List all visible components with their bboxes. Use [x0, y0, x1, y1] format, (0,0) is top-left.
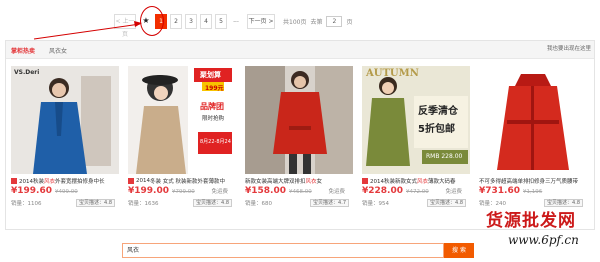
advertise-here-link[interactable]: 我也要出现在这里 [547, 45, 593, 53]
tmall-icon [11, 178, 17, 184]
price-row: ¥731.60 ¥1,196 [479, 186, 591, 196]
product-price: ¥158.00 [245, 186, 286, 196]
sales-count: 销量：680 [245, 201, 272, 207]
price-row: ¥199.00 ¥799.00 免运费 [128, 186, 240, 196]
shipping-label: 免运费 [328, 189, 345, 195]
sales-row: 销量：1106 宝贝描述：4.8 [11, 199, 123, 207]
sales-count: 销量：1106 [11, 201, 42, 207]
product-image[interactable] [245, 66, 353, 174]
price-row: ¥199.60 ¥499.00 [11, 186, 123, 196]
product-title[interactable]: 2014 冬装 女式 秋装新款外套薄款中 [128, 177, 240, 185]
product-title-text: 新款女装高端大牌双排扣 [245, 179, 306, 185]
tab-hot-sale[interactable]: 掌柜热卖 [11, 46, 35, 55]
rating-badge[interactable]: 宝贝描述：4.8 [193, 199, 232, 207]
product-title-keyword: 风衣 [417, 179, 429, 185]
shipping-label: 免运费 [445, 189, 462, 195]
product-price: ¥731.60 [479, 186, 520, 196]
product-title-text: 冬装 女式 秋装新款外套薄款中 [150, 179, 225, 185]
watermark-logo: 货源批发网 [486, 211, 576, 231]
product-image[interactable] [479, 66, 587, 174]
season-tag: AUTUMN [366, 68, 419, 79]
rating-badge[interactable]: 宝贝描述：4.8 [427, 199, 466, 207]
discount-tag: 5折包邮 [418, 124, 455, 135]
original-price: ¥799.00 [172, 189, 195, 195]
price-row: ¥158.00 ¥468.00 免运费 [245, 186, 357, 196]
product-title-text: 2014秋装 [19, 179, 44, 185]
original-price: ¥468.00 [289, 189, 312, 195]
clearance-tag: 反季清仓 [418, 106, 458, 117]
product-title[interactable]: 不可多得超高端单排扣修身三万气质腰带 [479, 177, 591, 185]
shipping-label: 免运费 [211, 189, 228, 195]
sales-row: 销量：1636 宝贝描述：4.8 [128, 199, 240, 207]
tab-trench-coat[interactable]: 风衣女 [49, 46, 67, 55]
sales-row: 销量：680 宝贝描述：4.7 [245, 199, 357, 207]
search-bar: 风衣 搜 索 [122, 243, 474, 258]
product-title-text: 薄款大码春 [428, 179, 456, 185]
brand-tag: VS.Deri [14, 69, 40, 76]
brand-group-tag: 品牌团 [200, 102, 224, 111]
original-price: ¥1,196 [523, 189, 543, 195]
product-card[interactable]: VS.Deri 2014秋装 风衣 外套宽摆拍修身中长 ¥199.60 ¥499.0… [11, 66, 127, 211]
product-title-text: 外套宽摆拍修身中长 [55, 179, 105, 185]
product-title-text: 2014秋装新款女式 [370, 179, 417, 185]
recommend-panel: 掌柜热卖 风衣女 我也要出现在这里 VS.Deri 2014秋装 风衣 外套宽摆… [5, 40, 595, 230]
sales-count: 销量：1636 [128, 201, 159, 207]
product-price: ¥199.00 [128, 186, 169, 196]
product-price: ¥199.60 [11, 186, 52, 196]
original-price: ¥472.00 [406, 189, 429, 195]
product-title-text: 女 [316, 179, 323, 185]
search-input[interactable]: 风衣 [122, 243, 444, 258]
promo-tag: 聚划算 [200, 71, 221, 79]
tmall-icon [362, 178, 368, 184]
tmall-icon [128, 178, 134, 184]
product-title[interactable]: 新款女装高端大牌双排扣 风衣女 [245, 177, 357, 185]
product-title-keyword: 风衣 [44, 179, 56, 185]
product-title-text: 2014 [136, 178, 150, 184]
price-row: ¥228.00 ¥472.00 免运费 [362, 186, 474, 196]
product-image[interactable]: VS.Deri [11, 66, 119, 174]
price-tag: RMB 228.00 [426, 153, 463, 160]
product-image[interactable]: AUTUMN 反季清仓 5折包邮 RMB 228.00 [362, 66, 470, 174]
product-title[interactable]: 2014秋装新款女式 风衣 薄款大码春 [362, 177, 474, 185]
product-price: ¥228.00 [362, 186, 403, 196]
sales-row: 销量：954 宝贝描述：4.8 [362, 199, 474, 207]
limited-tag: 限时抢购 [202, 116, 225, 122]
product-card[interactable]: 新款女装高端大牌双排扣 风衣女 ¥158.00 ¥468.00 免运费 销量：68… [245, 66, 361, 211]
watermark-url: www.6pf.cn [508, 233, 579, 247]
sales-count: 销量：954 [362, 201, 389, 207]
rating-badge[interactable]: 宝贝描述：4.7 [310, 199, 349, 207]
date-tag: 8月22-8月24 [200, 139, 231, 145]
product-image[interactable]: 聚划算 199元 品牌团 限时抢购 8月22-8月24 [128, 66, 236, 174]
product-title[interactable]: 2014秋装 风衣 外套宽摆拍修身中长 [11, 177, 123, 185]
recommend-header: 掌柜热卖 风衣女 我也要出现在这里 [6, 41, 594, 59]
promo-price-tag: 199元 [205, 85, 224, 92]
rating-badge[interactable]: 宝贝描述：4.8 [76, 199, 115, 207]
product-card[interactable]: 聚划算 199元 品牌团 限时抢购 8月22-8月24 2014 冬装 女式 秋装… [128, 66, 244, 211]
product-title-text: 不可多得超高端单排扣修身三万气质腰带 [479, 179, 579, 185]
product-card[interactable]: 不可多得超高端单排扣修身三万气质腰带 ¥731.60 ¥1,196 销量：240… [479, 66, 595, 211]
search-button[interactable]: 搜 索 [444, 243, 474, 258]
product-card[interactable]: AUTUMN 反季清仓 5折包邮 RMB 228.00 2014秋装新款女式 风衣… [362, 66, 478, 211]
product-title-keyword: 风衣 [305, 179, 317, 185]
original-price: ¥499.00 [55, 189, 78, 195]
